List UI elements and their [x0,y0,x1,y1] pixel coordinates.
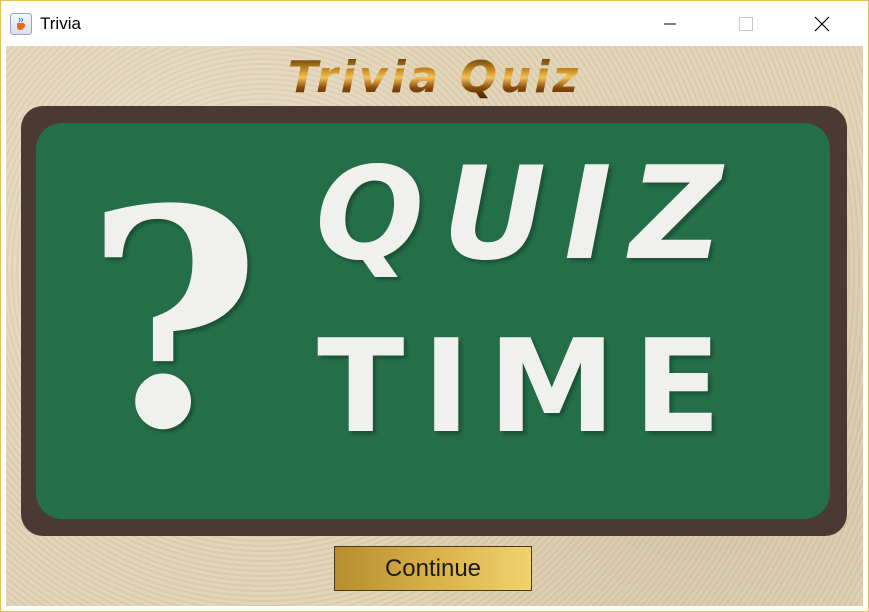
maximize-button[interactable] [708,1,784,46]
window-title: Trivia [40,13,81,33]
continue-button[interactable]: Continue [334,546,532,591]
question-mark-symbol: ? [85,143,261,496]
quiz-title-banner: Trivia Quiz [6,52,863,104]
close-button[interactable] [784,1,860,46]
maximize-icon [739,16,753,31]
quiz-title: Trivia Quiz [287,52,582,103]
close-icon [814,16,830,31]
title-bar[interactable]: Trivia [1,1,868,46]
app-window: Trivia Trivia Quiz ? QUIZ TIME Continue [0,0,869,612]
minimize-icon [664,23,676,24]
quiz-text: QUIZ [315,140,741,289]
chalkboard-frame: ? QUIZ TIME [21,106,847,536]
java-cup-icon [10,12,32,35]
content-panel: Trivia Quiz ? QUIZ TIME Continue [6,46,863,606]
minimize-button[interactable] [632,1,708,46]
time-text: TIME [317,313,739,462]
chalkboard: ? QUIZ TIME [36,123,830,519]
